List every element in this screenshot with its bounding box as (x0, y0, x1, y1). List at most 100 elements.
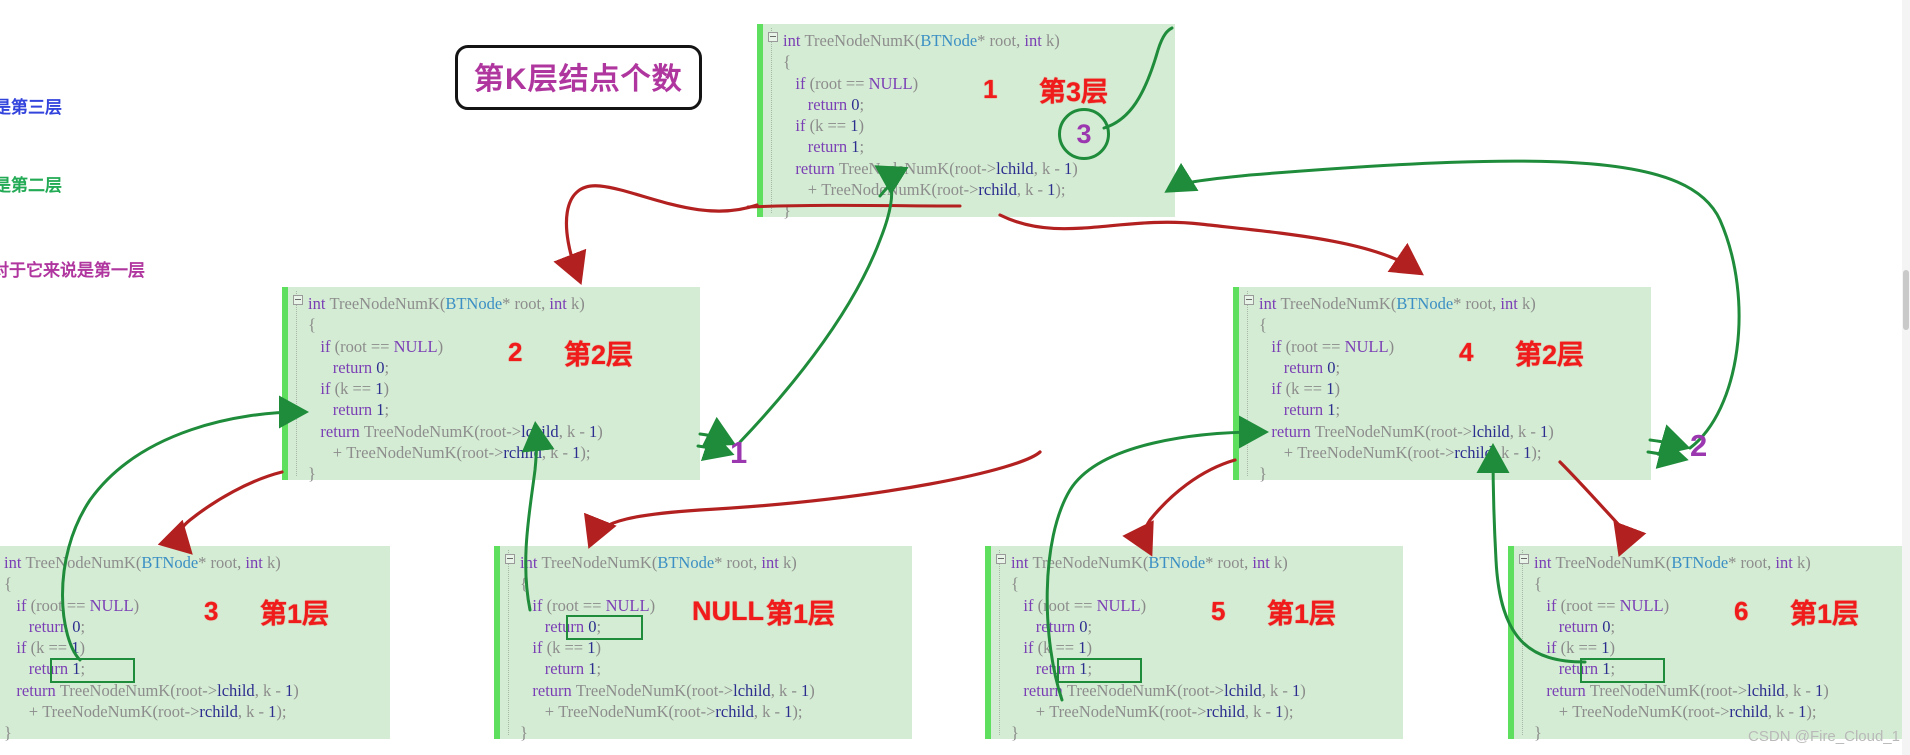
code-line: int TreeNodeNumK(BTNode* root, int k) (783, 30, 1169, 51)
code-token: int (520, 553, 542, 572)
code-fold-toggle[interactable] (996, 554, 1006, 564)
code-token: root (157, 702, 185, 722)
code-token: ) (1548, 421, 1554, 441)
code-token: return (532, 680, 576, 700)
code-line: if (k == 1) (1534, 637, 1910, 658)
code-token: ) (1282, 553, 1288, 572)
code-token: } (783, 201, 791, 221)
code-token: ) (383, 379, 389, 399)
code-token: - (1278, 680, 1292, 700)
code-fold-toggle[interactable] (768, 32, 778, 42)
code-fold-toggle[interactable] (505, 554, 515, 564)
code-token: root (1412, 443, 1440, 463)
code-line: } (1259, 463, 1645, 484)
code-token: int (761, 553, 783, 572)
code-line: if (k == 1) (1259, 378, 1645, 399)
code-token: int (1500, 294, 1522, 313)
code-line: + TreeNodeNumK(root->rchild, k - 1); (520, 701, 906, 722)
code-token: return (320, 421, 364, 441)
code-token: return (1023, 680, 1067, 700)
code-line: if (k == 1) (4, 637, 384, 658)
code-fold-toggle[interactable] (293, 295, 303, 305)
code-fold-toggle[interactable] (1244, 295, 1254, 305)
code-block-block-leaf-1: int TreeNodeNumK(BTNode* root, int k){ i… (0, 546, 390, 742)
code-line: { (308, 314, 694, 335)
code-token: ; (80, 616, 86, 636)
circle-marker-3: 3 (1058, 108, 1110, 160)
code-token: TreeNodeNumK (59, 680, 171, 700)
code-token: -> (1191, 702, 1207, 722)
code-token: root (726, 553, 754, 572)
code-token: -> (1732, 680, 1748, 700)
code-token: k (266, 553, 276, 572)
code-token: { (1534, 574, 1542, 594)
vertical-scrollbar[interactable] (1902, 0, 1910, 755)
code-block-block-mid-left: int TreeNodeNumK(BTNode* root, int k){ i… (282, 287, 700, 484)
code-token: root (552, 595, 579, 615)
code-token: return (332, 357, 377, 377)
code-token: ; (1087, 659, 1093, 679)
code-token: rchild (978, 180, 1017, 200)
code-token: 1 (72, 659, 81, 679)
code-token: == (578, 595, 606, 615)
code-token: root (1705, 680, 1733, 700)
code-token: if (16, 638, 31, 658)
code-token: int (1011, 553, 1033, 572)
code-token: TreeNodeNumK (1280, 294, 1391, 313)
code-token: int (1775, 553, 1797, 572)
code-token: TreeNodeNumK (804, 31, 915, 50)
code-token: TreeNodeNumK (1049, 702, 1160, 722)
code-token: if (1271, 336, 1286, 356)
code-token: BTNode (141, 553, 199, 572)
side-label-level3: 是第三层 (0, 98, 62, 117)
code-token: ) (1663, 595, 1670, 615)
code-line: return TreeNodeNumK(root->lchild, k - 1) (4, 680, 384, 701)
code-line: return 0; (308, 357, 694, 378)
code-block-block-top: int TreeNodeNumK(BTNode* root, int k){ i… (757, 24, 1175, 221)
code-token: NULL (1096, 595, 1141, 615)
code-token: k (1041, 158, 1051, 178)
code-line: if (root == NULL) (1259, 336, 1645, 357)
code-token: , (1244, 702, 1254, 722)
code-line: return TreeNodeNumK(root->lchild, k - 1) (1534, 680, 1910, 701)
code-line: if (root == NULL) (783, 73, 1169, 94)
code-token: } (308, 464, 316, 484)
code-token: -> (506, 421, 522, 441)
code-token: k (262, 680, 272, 700)
code-token: return (1283, 357, 1328, 377)
code-token: if (795, 73, 810, 93)
code-token: -> (718, 680, 734, 700)
scrollbar-thumb[interactable] (1903, 270, 1909, 330)
code-fold-rail (1522, 550, 1524, 735)
level-label: 第3层 (1039, 77, 1109, 107)
code-line: + TreeNodeNumK(root->rchild, k - 1); (308, 442, 694, 463)
return-value-marker: 2 (1690, 428, 1708, 463)
code-token: ) (1805, 553, 1811, 572)
code-token: TreeNodeNumK (838, 158, 950, 178)
code-token: ; (384, 357, 390, 377)
code-line: return 1; (1259, 399, 1645, 420)
code-token: - (770, 702, 785, 722)
code-token: , (1784, 680, 1793, 700)
code-gutter-bar (282, 287, 288, 480)
code-token: rchild (503, 443, 542, 463)
code-token: ) (1388, 336, 1395, 356)
code-token: ) (1334, 379, 1340, 399)
code-token: if (1023, 638, 1038, 658)
code-line: { (783, 51, 1169, 72)
code-block-block-leaf-6: int TreeNodeNumK(BTNode* root, int k){ i… (1508, 546, 1910, 742)
code-line: if (root == NULL) (308, 336, 694, 357)
code-token: -> (1209, 680, 1225, 700)
code-gutter-bar (494, 546, 500, 739)
code-token: ; (384, 400, 390, 420)
code-token: 1 (1079, 659, 1088, 679)
code-fold-toggle[interactable] (1519, 554, 1529, 564)
